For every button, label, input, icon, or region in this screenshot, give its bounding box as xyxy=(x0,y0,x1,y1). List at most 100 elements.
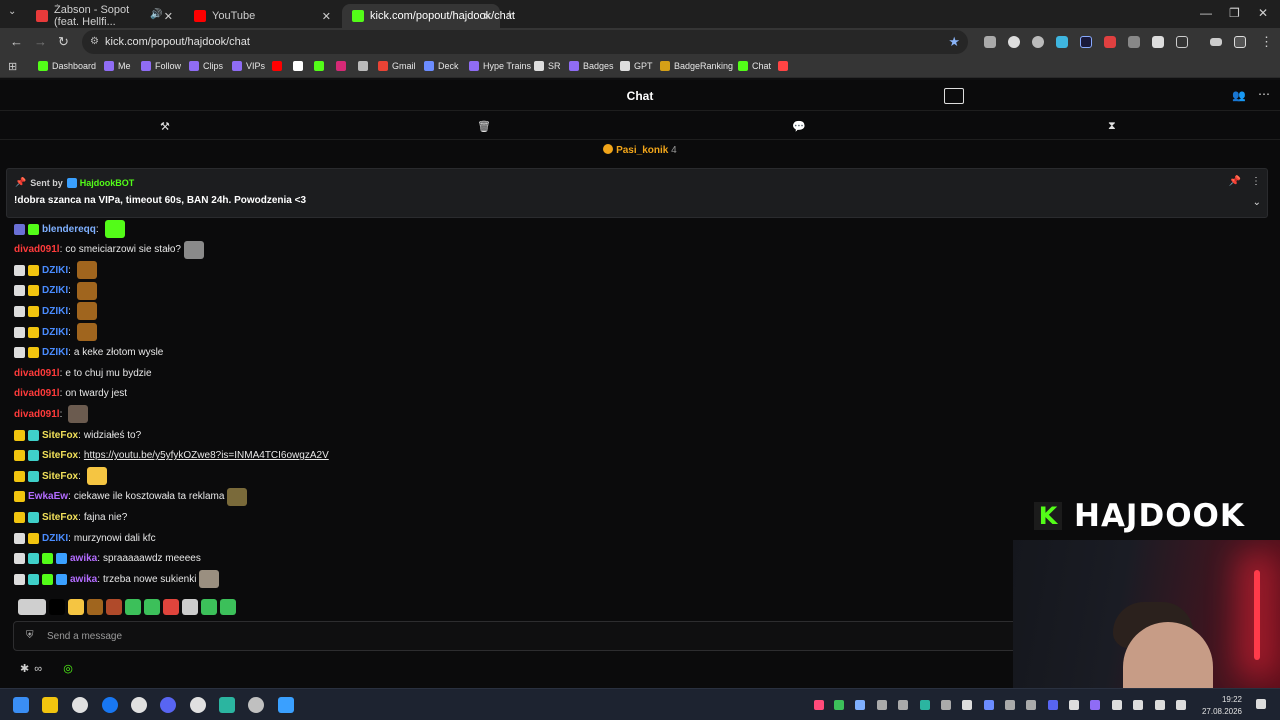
menu-dots-icon[interactable]: ⋮ xyxy=(1260,34,1273,50)
expand-chevron-icon[interactable]: ⌄ xyxy=(1253,197,1261,208)
bookmark-x[interactable] xyxy=(293,61,307,71)
chat-username[interactable]: DZIKI xyxy=(42,327,68,338)
chat-input[interactable]: ⛨ Send a message xyxy=(13,621,1033,651)
hammer-icon[interactable]: ⚒ xyxy=(160,120,170,133)
chat-username[interactable]: divad091l xyxy=(14,368,60,379)
chat-bubble-icon[interactable]: 💬 xyxy=(792,120,806,133)
quick-emote[interactable] xyxy=(106,599,122,615)
bookmark-clips[interactable]: Clips xyxy=(189,61,223,71)
tray-icon[interactable] xyxy=(1069,700,1079,710)
tab-zabson[interactable]: Żabson - Sopot (feat. Hellfi... 🔊 ✕ xyxy=(26,4,181,28)
gift-user[interactable]: Pasi_konik xyxy=(616,145,668,156)
maximize-icon[interactable]: ❐ xyxy=(1229,6,1240,20)
bookmark-instagram[interactable] xyxy=(336,61,350,71)
bookmark-star-icon[interactable]: ★ xyxy=(948,34,960,50)
tab-kick-chat[interactable]: kick.com/popout/hajdook/chat ✕ xyxy=(342,4,515,28)
close-tab-icon[interactable]: ✕ xyxy=(164,10,173,23)
user-badge-icon[interactable] xyxy=(28,305,39,317)
emote[interactable] xyxy=(183,240,204,259)
clock[interactable]: 19:22 27.08.2026 xyxy=(1202,694,1242,718)
bookmark-dashboard[interactable]: Dashboard xyxy=(38,61,96,71)
user-badge-icon[interactable] xyxy=(14,264,25,276)
quick-emote[interactable] xyxy=(182,599,198,615)
close-tab-icon[interactable]: ✕ xyxy=(483,10,492,23)
bookmark-me[interactable]: Me xyxy=(104,61,131,71)
chat-username[interactable]: SiteFox xyxy=(42,512,78,523)
bookmark-deck[interactable]: Deck xyxy=(424,61,459,71)
forward-icon[interactable]: → xyxy=(34,34,47,49)
bookmark-extra[interactable] xyxy=(778,61,792,71)
emote[interactable] xyxy=(104,220,125,238)
bookmark-sr[interactable]: SR xyxy=(534,61,561,71)
emote[interactable] xyxy=(76,302,97,321)
quick-emote[interactable] xyxy=(87,599,103,615)
minimize-icon[interactable]: — xyxy=(1200,6,1212,20)
user-badge-icon[interactable] xyxy=(14,491,25,503)
user-badge-icon[interactable] xyxy=(14,326,25,338)
refresh-green-icon[interactable]: ◎ xyxy=(63,663,73,675)
infinity-icon[interactable]: ∞ xyxy=(34,663,42,675)
chat-username[interactable]: DZIKI xyxy=(42,285,68,296)
hourglass-icon[interactable]: ⧗ xyxy=(1108,120,1116,133)
new-tab-button[interactable]: + xyxy=(506,6,514,21)
user-badge-icon[interactable] xyxy=(14,429,25,441)
emote[interactable] xyxy=(227,487,248,506)
chrome-icon[interactable] xyxy=(131,697,147,713)
theater-mode-icon[interactable] xyxy=(944,88,964,104)
site-info-icon[interactable]: ⚙ xyxy=(90,36,99,47)
user-badge-icon[interactable] xyxy=(28,450,39,462)
tray-icon[interactable] xyxy=(1048,700,1058,710)
bookmark-gpt[interactable]: GPT xyxy=(620,61,653,71)
user-badge-icon[interactable] xyxy=(28,511,39,523)
tray-icon[interactable] xyxy=(898,700,908,710)
extension-icon[interactable] xyxy=(1008,36,1020,48)
trash-icon[interactable]: 🗑 xyxy=(477,120,491,133)
chat-username[interactable]: DZIKI xyxy=(42,347,68,358)
extension-icon[interactable] xyxy=(1080,36,1092,48)
tray-icon[interactable] xyxy=(814,700,824,710)
speaker-icon[interactable]: 🔊 xyxy=(150,9,162,20)
chat-username[interactable]: SiteFox xyxy=(42,450,78,461)
wifi-icon[interactable] xyxy=(1133,700,1143,710)
notifications-icon[interactable] xyxy=(1256,699,1266,709)
paint-icon[interactable]: ✱ xyxy=(20,663,29,675)
battery-icon[interactable] xyxy=(1176,700,1186,710)
user-badge-icon[interactable] xyxy=(56,553,67,565)
emote[interactable] xyxy=(199,570,220,589)
quick-emote[interactable] xyxy=(220,599,236,615)
tray-icon[interactable] xyxy=(984,700,994,710)
app-icon[interactable] xyxy=(278,697,294,713)
more-options-icon[interactable]: ⋯ xyxy=(1258,87,1270,101)
chat-username[interactable]: DZIKI xyxy=(42,306,68,317)
user-badge-icon[interactable] xyxy=(28,285,39,297)
pinned-sender[interactable]: HajdookBOT xyxy=(80,178,135,188)
address-bar[interactable]: ⚙ kick.com/popout/hajdook/chat ★ xyxy=(82,30,968,54)
chat-username[interactable]: divad091l xyxy=(14,388,60,399)
tab-search-chevron-icon[interactable]: ⌄ xyxy=(8,6,16,17)
user-badge-icon[interactable] xyxy=(28,347,39,359)
chat-username[interactable]: SiteFox xyxy=(42,471,78,482)
users-icon[interactable]: 👥 xyxy=(1232,89,1246,102)
profile-avatar[interactable] xyxy=(1234,36,1246,48)
tray-icon[interactable] xyxy=(1090,700,1100,710)
extension-shield-icon[interactable] xyxy=(984,36,996,48)
extension-icon[interactable] xyxy=(1152,36,1164,48)
user-badge-icon[interactable] xyxy=(14,305,25,317)
quick-emote[interactable] xyxy=(144,599,160,615)
user-badge-icon[interactable] xyxy=(28,264,39,276)
extension-icon[interactable] xyxy=(1128,36,1140,48)
chat-username[interactable]: divad091l xyxy=(14,409,60,420)
apps-grid-icon[interactable]: ⊞ xyxy=(8,60,17,73)
tray-icon[interactable] xyxy=(920,700,930,710)
tray-icon[interactable] xyxy=(1026,700,1036,710)
tray-icon[interactable] xyxy=(1005,700,1015,710)
quick-emote[interactable] xyxy=(163,599,179,615)
chat-username[interactable]: awika xyxy=(70,574,97,585)
user-badge-icon[interactable] xyxy=(14,532,25,544)
user-badge-icon[interactable] xyxy=(42,573,53,585)
app-icon[interactable] xyxy=(248,697,264,713)
user-badge-icon[interactable] xyxy=(14,573,25,585)
user-badge-icon[interactable] xyxy=(28,553,39,565)
user-badge-icon[interactable] xyxy=(42,553,53,565)
bookmark-hype-trains[interactable]: Hype Trains xyxy=(469,61,531,71)
